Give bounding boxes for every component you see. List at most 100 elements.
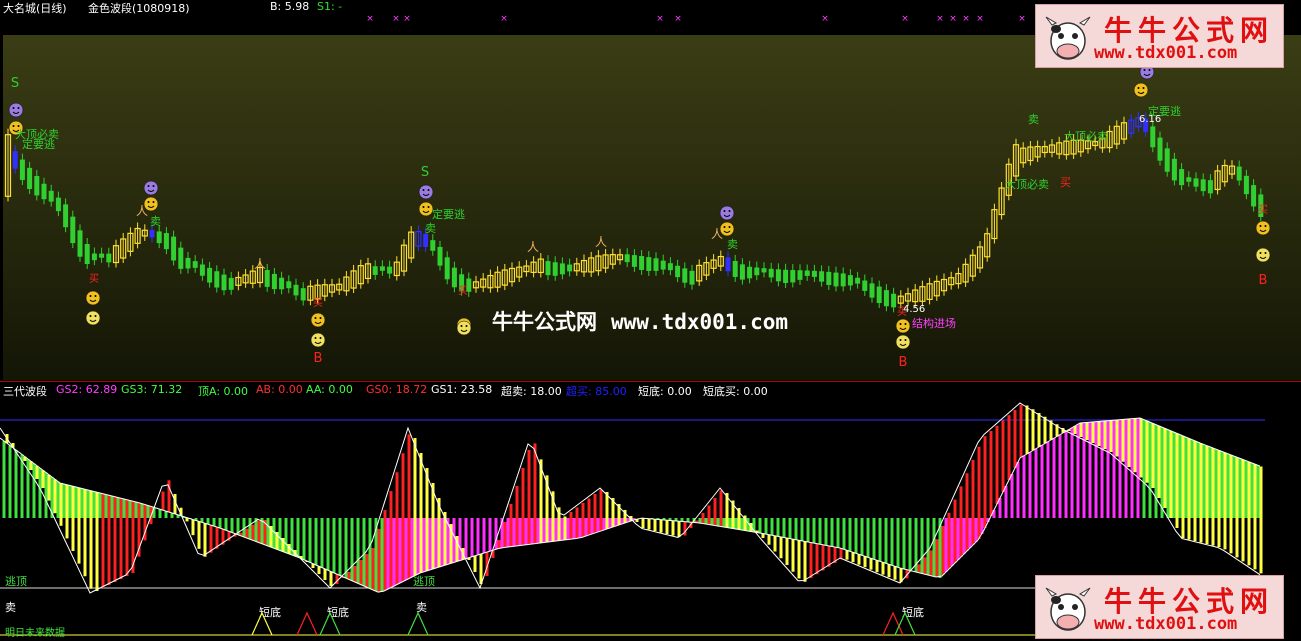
sad-face-icon-eye bbox=[723, 210, 726, 212]
candle-body bbox=[1179, 169, 1185, 186]
top-mark: × bbox=[674, 14, 682, 24]
worried-face-icon-eye bbox=[427, 206, 430, 208]
logo-url: www.tdx001.com bbox=[1094, 614, 1238, 634]
indicator-value: AA: 0.00 bbox=[306, 383, 353, 396]
top-mark: × bbox=[962, 14, 970, 24]
sad-face-icon-eye bbox=[12, 107, 15, 109]
candle-body bbox=[221, 274, 227, 291]
sell-label: 卖 bbox=[150, 215, 161, 228]
sad-face-icon bbox=[719, 205, 735, 221]
sell-label: 卖 bbox=[416, 601, 427, 614]
sad-face-icon bbox=[143, 180, 159, 196]
candle-body bbox=[207, 267, 213, 283]
indicator-bars bbox=[0, 402, 1263, 594]
candle-body bbox=[667, 263, 673, 271]
candle-body bbox=[1193, 178, 1199, 187]
candle-body bbox=[178, 247, 184, 269]
candle-body bbox=[27, 167, 33, 189]
price-high-label: 6.16 bbox=[1139, 114, 1161, 125]
smile-face-icon bbox=[456, 320, 472, 336]
candle-body bbox=[819, 271, 825, 282]
future-data-footer: 明日未来数据 bbox=[5, 626, 65, 639]
candle-body bbox=[41, 183, 47, 200]
structure-entry-label: 结构进场 bbox=[912, 316, 956, 330]
candle-body bbox=[883, 290, 889, 307]
runner-icon: 人 bbox=[711, 227, 723, 241]
worried-face-icon-eye bbox=[1142, 87, 1145, 89]
sad-face-icon-eye bbox=[1148, 69, 1151, 71]
candle-body bbox=[149, 229, 155, 238]
top-mark: × bbox=[1018, 14, 1026, 24]
sell-label: 卖 bbox=[425, 222, 436, 235]
watermark-site: 牛牛公式网 bbox=[492, 310, 597, 334]
candle-body bbox=[423, 233, 429, 248]
buy-label: 买 bbox=[89, 273, 99, 285]
smile-face-icon bbox=[85, 310, 101, 326]
candle-body bbox=[444, 257, 450, 280]
smile-face-icon bbox=[310, 332, 326, 348]
top-mark: × bbox=[656, 14, 664, 24]
smile-face-icon-eye bbox=[899, 339, 902, 341]
smile-face-icon-eye bbox=[94, 315, 97, 317]
candle-body bbox=[869, 283, 875, 298]
candle-body bbox=[70, 216, 76, 244]
candle-body bbox=[77, 230, 83, 257]
candle-body bbox=[775, 269, 781, 282]
top-mark: × bbox=[403, 14, 411, 24]
candle-body bbox=[48, 190, 54, 202]
indicator-value: 顶A: 0.00 bbox=[198, 385, 249, 398]
candle-body bbox=[99, 253, 105, 258]
must-escape-label: 定要逃 bbox=[432, 207, 465, 221]
candle-body bbox=[826, 271, 832, 285]
candle-body bbox=[545, 261, 551, 276]
s-label: S bbox=[421, 165, 429, 180]
top-mark: × bbox=[366, 14, 374, 24]
smile-face-icon-eye bbox=[1259, 252, 1262, 254]
runner-icon: 人 bbox=[136, 204, 148, 218]
b-label: B bbox=[899, 355, 908, 370]
candle-body bbox=[12, 151, 18, 169]
sad-face-icon-eye bbox=[427, 189, 430, 191]
candle-body bbox=[1236, 166, 1242, 181]
indicator-value: GS0: 18.72 bbox=[366, 383, 428, 396]
s-label: S bbox=[11, 76, 19, 91]
smile-face-icon-eye bbox=[465, 325, 468, 327]
candle-body bbox=[689, 270, 695, 285]
candle-body bbox=[797, 270, 803, 280]
candle-body bbox=[1200, 179, 1206, 192]
candle-body bbox=[106, 253, 112, 263]
worried-face-icon bbox=[895, 318, 911, 334]
candle-body bbox=[192, 261, 198, 268]
worried-face-icon-eye bbox=[1259, 225, 1262, 227]
buy-label: 买 bbox=[313, 297, 323, 309]
worried-face-icon bbox=[418, 201, 434, 217]
candle-body bbox=[747, 266, 753, 279]
candle-body bbox=[264, 269, 270, 287]
sad-face-icon-eye bbox=[728, 210, 731, 212]
candle-body bbox=[1150, 126, 1156, 148]
sad-face-icon bbox=[418, 184, 434, 200]
smile-face-icon-eye bbox=[314, 337, 317, 339]
candle-body bbox=[725, 257, 731, 272]
indicator-value: 短底买: 0.00 bbox=[703, 385, 768, 398]
candle-body bbox=[840, 273, 846, 287]
sad-face-icon-eye bbox=[422, 189, 425, 191]
candle-body bbox=[811, 270, 817, 277]
candle-body bbox=[1207, 180, 1213, 194]
candle-body bbox=[1164, 148, 1170, 172]
candle-body bbox=[646, 257, 652, 271]
escape-top-label: 逃顶 bbox=[5, 575, 27, 588]
candle-body bbox=[675, 265, 681, 278]
candle-body bbox=[214, 271, 220, 288]
worried-face-icon bbox=[1255, 220, 1271, 236]
smile-face-icon-eye bbox=[460, 325, 463, 327]
must-escape-label: 定要逃 bbox=[22, 137, 55, 151]
worried-face-icon-eye bbox=[1264, 225, 1267, 227]
candle-body bbox=[847, 275, 853, 286]
site-logo-bottom: 牛牛公式网 www.tdx001.com bbox=[1035, 575, 1284, 639]
candle-body bbox=[761, 268, 767, 273]
worried-face-icon bbox=[85, 290, 101, 306]
indicator-value: AB: 0.00 bbox=[256, 383, 303, 396]
worried-face-icon-eye bbox=[147, 201, 150, 203]
watermark: 牛牛公式网 www.tdx001.com bbox=[492, 306, 788, 336]
